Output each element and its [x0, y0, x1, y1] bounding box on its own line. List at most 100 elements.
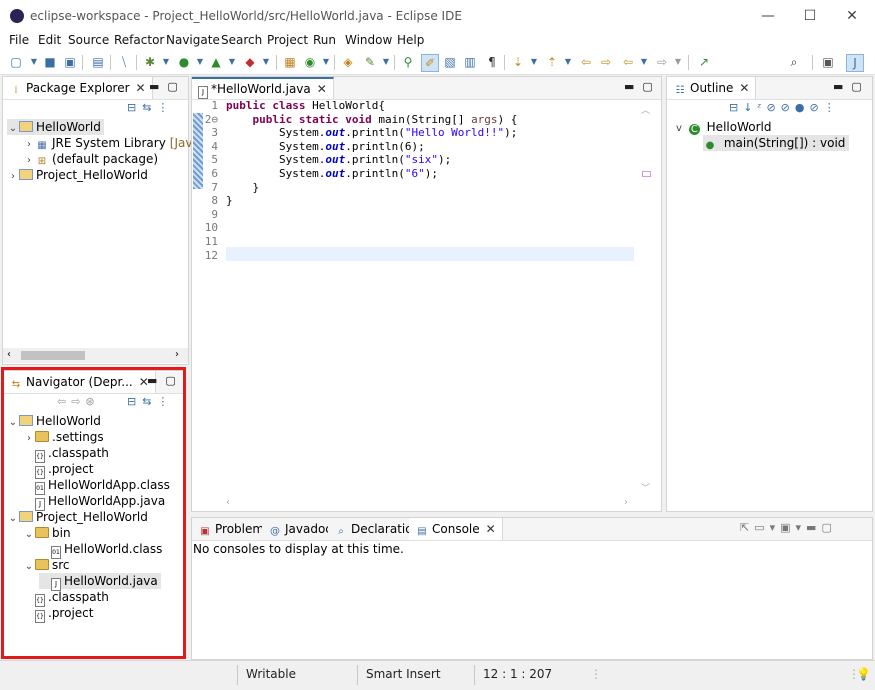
tree-item[interactable]: ›▦JRE System Library[JavaSE-: [23, 135, 219, 151]
minimize-maximize-icons[interactable]: ▬▢: [149, 80, 186, 93]
twisty-expanded-icon[interactable]: ⌄: [7, 121, 19, 137]
paragraph-icon[interactable]: ¶: [484, 54, 500, 70]
outline-toolbar[interactable]: ⊟↓ᶻ⊘⊘●⊘⋮: [729, 101, 840, 114]
new-class-dropdown-icon[interactable]: ▼: [318, 54, 334, 70]
line-number: 10: [204, 221, 218, 235]
prev-annotation-dropdown-icon[interactable]: ▼: [560, 54, 576, 70]
menu-run[interactable]: Run: [313, 33, 336, 47]
close-icon[interactable]: ✕: [486, 522, 496, 536]
last-edit-icon[interactable]: ⇦: [578, 54, 594, 70]
forward-icon[interactable]: ⇨: [654, 54, 670, 70]
minimize-button[interactable]: —: [747, 4, 789, 28]
run-dropdown-icon[interactable]: ▼: [192, 54, 208, 70]
code-line[interactable]: System.out.println("Hello World!!");: [226, 126, 517, 139]
menu-navigate[interactable]: Navigate: [166, 33, 220, 47]
tab-console[interactable]: ▤ Console ✕: [409, 518, 503, 540]
menu-project[interactable]: Project: [267, 33, 308, 47]
skip-breakpoints-icon[interactable]: ⧹: [116, 54, 132, 70]
code-line[interactable]: }: [226, 181, 259, 194]
status-insert-mode[interactable]: Smart Insert: [366, 667, 441, 681]
back-nav-icon[interactable]: ⇦: [620, 54, 636, 70]
scroll-right-icon[interactable]: ›: [624, 497, 628, 508]
minimize-maximize-icons[interactable]: ▬▢: [833, 80, 870, 93]
code-area[interactable]: 1 public class HelloWorld{2⊖ public stati…: [192, 99, 642, 279]
run-icon[interactable]: ●: [176, 54, 192, 70]
prev-annotation-icon[interactable]: ⇡: [544, 54, 560, 70]
code-line[interactable]: System.out.println(6);: [226, 140, 425, 153]
scroll-left-icon[interactable]: ‹: [226, 497, 230, 508]
forward-dropdown-icon[interactable]: ▼: [670, 54, 686, 70]
pin-editor-icon[interactable]: ↗: [696, 54, 712, 70]
menu-edit[interactable]: Edit: [38, 33, 61, 47]
search-quick-access-icon[interactable]: ⌕: [786, 54, 802, 70]
code-line[interactable]: }: [226, 194, 233, 207]
save-icon[interactable]: ■: [42, 54, 58, 70]
coverage-icon[interactable]: ▲: [208, 54, 224, 70]
back-dropdown-icon[interactable]: ▼: [636, 54, 652, 70]
outline-class[interactable]: v C HelloWorld: [673, 119, 771, 135]
tree-item[interactable]: › Project_HelloWorld: [7, 167, 148, 183]
new-java-package-icon[interactable]: ▦: [282, 54, 298, 70]
java-perspective-icon[interactable]: J: [846, 54, 864, 72]
menu-help[interactable]: Help: [397, 33, 424, 47]
debug-icon[interactable]: ✱: [142, 54, 158, 70]
tip-lightbulb-icon[interactable]: 💡: [856, 667, 871, 681]
close-window-button[interactable]: ✕: [831, 4, 873, 28]
new-dropdown-icon[interactable]: ▼: [26, 54, 42, 70]
external-tools-icon[interactable]: ◆: [242, 54, 258, 70]
overview-ruler[interactable]: ︿ ﹀: [639, 101, 651, 494]
next-annotation-icon[interactable]: ⇣: [510, 54, 526, 70]
tree-item[interactable]: › ⊞ (default package): [23, 151, 158, 167]
menu-window[interactable]: Window: [345, 33, 392, 47]
tab-outline[interactable]: ☷ Outline ✕: [667, 77, 757, 99]
horizontal-scrollbar[interactable]: ‹ ›: [3, 348, 188, 363]
code-line[interactable]: System.out.println("6");: [226, 167, 438, 180]
new-java-class-icon[interactable]: ◉: [302, 54, 318, 70]
close-icon[interactable]: ✕: [739, 81, 749, 95]
debug-dropdown-icon[interactable]: ▼: [158, 54, 174, 70]
search-dropdown-icon[interactable]: ▼: [378, 54, 394, 70]
status-cursor-position[interactable]: 12 : 1 : 207: [483, 667, 552, 681]
minimize-maximize-icons[interactable]: ▬▢: [624, 80, 661, 93]
scroll-right-icon[interactable]: ›: [175, 349, 179, 360]
scroll-left-icon[interactable]: ‹: [7, 349, 11, 360]
maximize-button[interactable]: ☐: [789, 4, 831, 28]
next-annotation-dropdown-icon[interactable]: ▼: [526, 54, 542, 70]
tab-package-explorer[interactable]: ⁞ Package Explorer ✕: [3, 77, 153, 99]
view-toolbar[interactable]: ⊟⇆⋮: [127, 101, 174, 114]
scroll-up-icon[interactable]: ︿: [641, 103, 650, 116]
tree-item[interactable]: ⌄ HelloWorld: [7, 119, 104, 135]
block-selection-icon[interactable]: ▧: [442, 54, 458, 70]
menu-search[interactable]: Search: [221, 33, 262, 47]
coverage-dropdown-icon[interactable]: ▼: [224, 54, 240, 70]
scrollbar-thumb[interactable]: [21, 351, 85, 360]
outline-method[interactable]: ● main(String[]) : void: [703, 135, 850, 151]
twisty-expanded-icon[interactable]: v: [673, 121, 685, 137]
external-tools-dropdown-icon[interactable]: ▼: [258, 54, 274, 70]
code-line[interactable]: public class HelloWorld{: [226, 99, 385, 112]
show-whitespace-icon[interactable]: ▥: [462, 54, 478, 70]
twisty-collapsed-icon[interactable]: ›: [7, 169, 19, 185]
back-icon[interactable]: ⇨: [598, 54, 614, 70]
toggle-breadcrumb-icon[interactable]: ⚲: [400, 54, 416, 70]
tab-helloworld-java[interactable]: J *HelloWorld.java ✕: [192, 77, 334, 99]
open-type-icon[interactable]: ◈: [340, 54, 356, 70]
search-icon[interactable]: ✎: [362, 54, 378, 70]
scroll-down-icon[interactable]: ﹀: [641, 481, 650, 494]
code-line[interactable]: System.out.println("six");: [226, 153, 451, 166]
mark-occurrences-icon[interactable]: ✐: [421, 54, 439, 72]
overview-marker[interactable]: [642, 171, 651, 177]
menu-source[interactable]: Source: [68, 33, 109, 47]
console-toolbar[interactable]: ⇱▭▾▣▾▬▢: [740, 521, 837, 534]
editor-horizontal-scrollbar[interactable]: ‹ ›: [226, 497, 638, 509]
menu-file[interactable]: File: [9, 33, 29, 47]
code-line[interactable]: public static void main(String[] args) {: [226, 113, 518, 126]
close-icon[interactable]: ✕: [136, 81, 146, 95]
close-icon[interactable]: ✕: [317, 82, 327, 96]
menu-refactor[interactable]: Refactor: [114, 33, 164, 47]
save-all-icon[interactable]: ▣: [62, 54, 78, 70]
new-icon[interactable]: ▢: [8, 54, 24, 70]
open-perspective-icon[interactable]: ▣: [820, 54, 836, 70]
terminal-icon[interactable]: ▤: [90, 54, 106, 70]
status-separator: [357, 665, 358, 685]
